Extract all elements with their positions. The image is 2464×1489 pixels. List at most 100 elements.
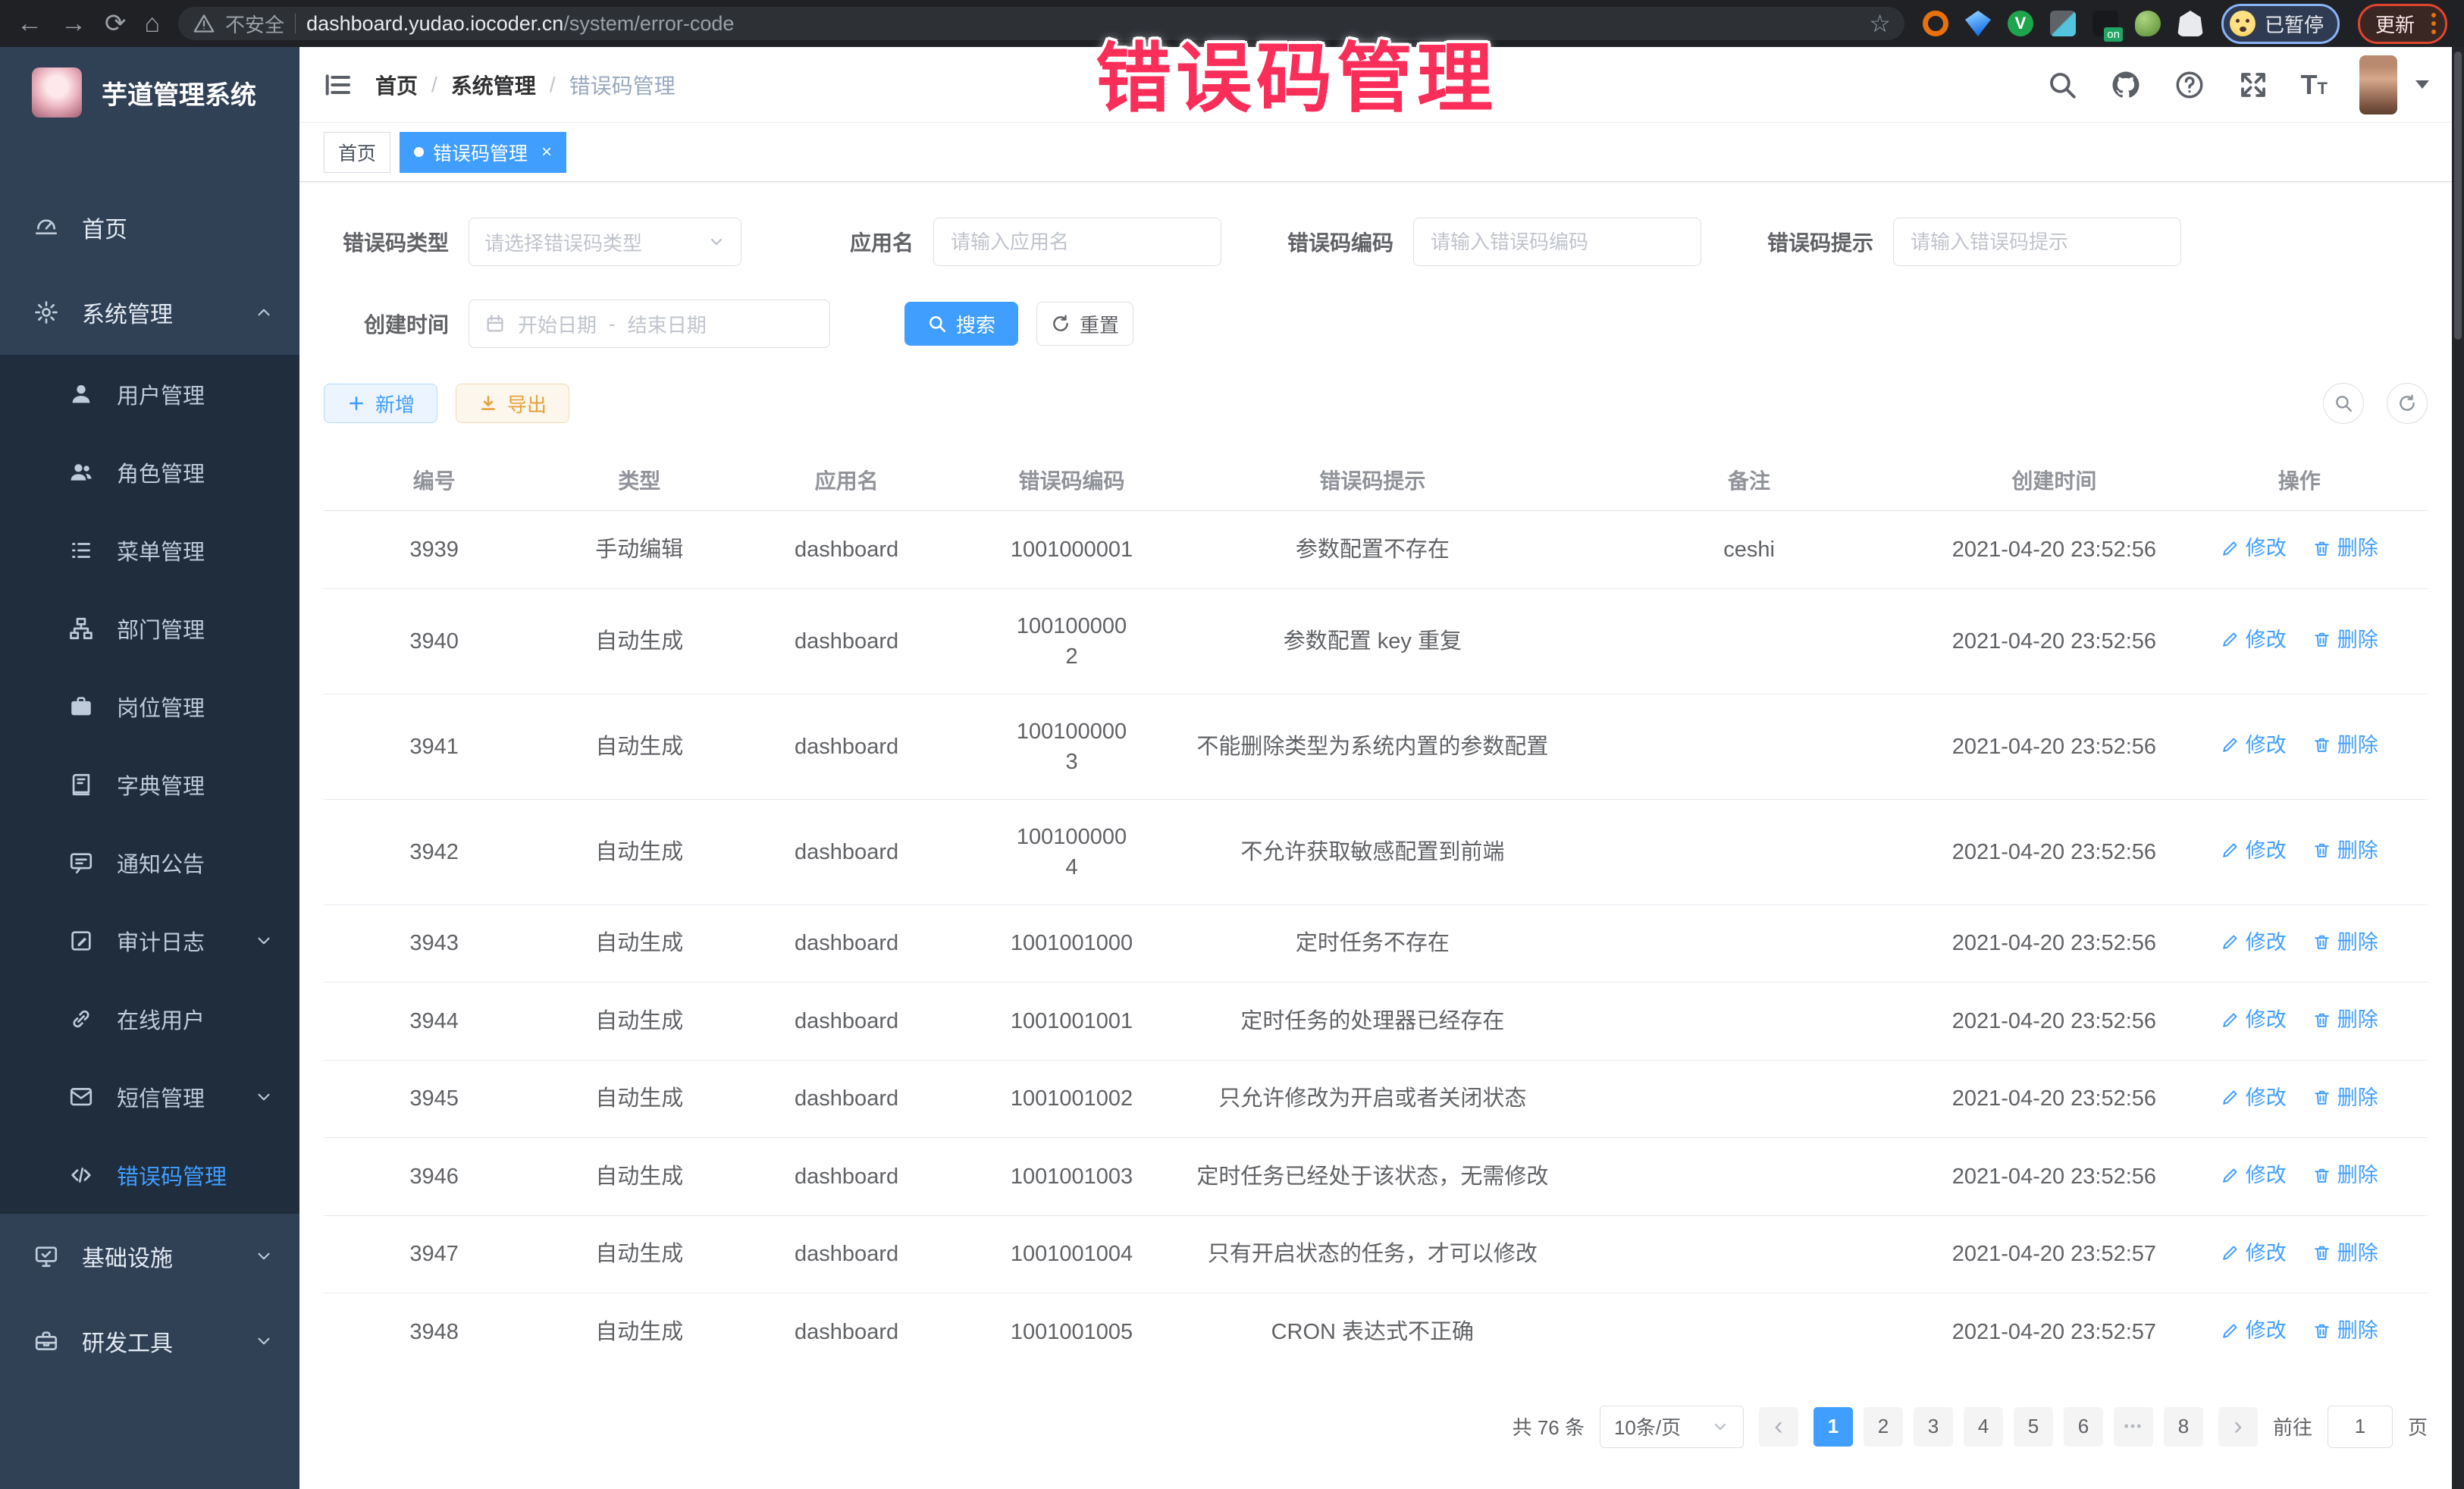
extension-icon[interactable] [1965,11,1991,36]
delete-button[interactable]: 删除 [2312,1160,2378,1190]
bookmark-star-icon[interactable]: ☆ [1869,9,1891,38]
search-button[interactable]: 搜索 [904,302,1018,346]
edit-button[interactable]: 修改 [2221,1083,2287,1113]
cell-created: 2021-04-20 23:52:56 [1937,588,2171,694]
sidebar-item-menu-management[interactable]: 菜单管理 [0,511,299,589]
sidebar-item-role-management[interactable]: 角色管理 [0,433,299,511]
avatar-caret-icon[interactable] [2415,80,2429,89]
cell-id: 3946 [324,1138,544,1216]
delete-button[interactable]: 删除 [2312,1315,2378,1346]
briefcase-icon [68,694,94,719]
browser-forward-button[interactable]: → [61,11,86,36]
delete-button[interactable]: 删除 [2312,625,2378,655]
page-button-8[interactable]: 8 [2164,1407,2203,1447]
help-icon[interactable] [2174,69,2205,101]
header-search-icon[interactable] [2046,69,2078,101]
page-button-6[interactable]: 6 [2064,1407,2103,1447]
add-button[interactable]: 新增 [324,384,437,423]
edit-button[interactable]: 修改 [2221,625,2287,655]
hamburger-icon[interactable] [322,70,353,100]
edit-button[interactable]: 修改 [2221,835,2287,866]
page-button-3[interactable]: 3 [1914,1407,1953,1447]
date-range-picker[interactable]: 开始日期 - 结束日期 [469,299,830,348]
sidebar-item-notice-announcement[interactable]: 通知公告 [0,823,299,901]
delete-button[interactable]: 删除 [2312,927,2378,958]
extension-icon[interactable] [2050,11,2076,36]
browser-refresh-button[interactable]: ⟳ [105,11,127,36]
browser-update-button[interactable]: 更新 [2358,4,2447,44]
error-type-select[interactable]: 请选择错误码类型 [469,218,741,266]
toggle-search-button[interactable] [2323,383,2364,424]
browser-menu-kebab-icon[interactable] [2431,13,2436,34]
edit-button[interactable]: 修改 [2221,730,2287,760]
cell-id: 3942 [324,799,544,904]
github-icon[interactable] [2110,69,2142,101]
sidebar-item-user-management[interactable]: 用户管理 [0,355,299,433]
trash-icon [2312,1011,2331,1030]
fullscreen-icon[interactable] [2237,69,2269,101]
export-button[interactable]: 导出 [456,384,569,423]
font-size-icon[interactable]: TT [2301,69,2328,101]
edit-button[interactable]: 修改 [2221,1315,2287,1346]
sidebar-item-home[interactable]: 首页 [0,185,299,270]
breadcrumb-system[interactable]: 系统管理 [451,70,536,100]
delete-button[interactable]: 删除 [2312,730,2378,760]
profile-paused-chip[interactable]: 已暂停 [2221,4,2340,44]
delete-button[interactable]: 删除 [2312,533,2378,563]
user-avatar[interactable] [2359,55,2397,114]
sidebar-item-infrastructure[interactable]: 基础设施 [0,1214,299,1299]
extension-icon[interactable]: V [2008,11,2033,36]
page-button-1[interactable]: 1 [1814,1407,1853,1447]
edit-button[interactable]: 修改 [2221,1005,2287,1035]
address-bar[interactable]: 不安全 dashboard.yudao.iocoder.cn/system/er… [178,7,1904,40]
page-button-4[interactable]: 4 [1964,1407,2003,1447]
delete-button[interactable]: 删除 [2312,1238,2378,1268]
security-label[interactable]: 不安全 [225,10,284,38]
sidebar-item-online-users[interactable]: 在线用户 [0,980,299,1058]
extension-icon[interactable] [2093,11,2118,36]
prev-page-button[interactable]: ‹ [1759,1407,1798,1447]
sidebar-item-post-management[interactable]: 岗位管理 [0,667,299,745]
page-size-select[interactable]: 10条/页 [1600,1406,1744,1448]
tab-error-code[interactable]: 错误码管理 × [400,132,566,173]
edit-button[interactable]: 修改 [2221,533,2287,563]
table-row: 3948自动生成dashboard1001001005CRON 表达式不正确20… [324,1293,2428,1371]
delete-button[interactable]: 删除 [2312,1005,2378,1035]
sidebar-item-dev-tools[interactable]: 研发工具 [0,1299,299,1384]
breadcrumb-home[interactable]: 首页 [375,70,418,100]
sidebar-item-dict-management[interactable]: 字典管理 [0,745,299,823]
edit-button[interactable]: 修改 [2221,1238,2287,1268]
edit-pencil-icon [2221,1321,2240,1340]
sidebar-item-error-code-management[interactable]: 错误码管理 [0,1136,299,1214]
sidebar-item-system-management[interactable]: 系统管理 [0,270,299,355]
tab-close-icon[interactable]: × [541,142,552,163]
refresh-table-button[interactable] [2387,383,2428,424]
next-page-button[interactable]: › [2218,1407,2258,1447]
filter-app-name: 应用名 [788,218,1221,266]
main-content: 错误码类型 请选择错误码类型 应用名 错误码编码 错误码提示 创建时间 开始日期… [299,183,2452,1489]
scrollbar-thumb[interactable] [2454,52,2462,340]
extension-icon[interactable] [2135,11,2161,36]
sidebar-item-sms-management[interactable]: 短信管理 [0,1058,299,1136]
delete-button[interactable]: 删除 [2312,1083,2378,1113]
goto-page-input[interactable] [2328,1406,2393,1448]
sidebar-logo-row[interactable]: 芋道管理系统 [0,47,299,138]
extension-icon[interactable] [2177,11,2203,36]
error-code-input[interactable] [1429,230,1685,255]
page-button-5[interactable]: 5 [2014,1407,2053,1447]
app-name-input[interactable] [949,230,1205,255]
pager-more-button[interactable]: ••• [2114,1407,2153,1447]
sidebar-item-audit-log[interactable]: 审计日志 [0,901,299,980]
browser-home-button[interactable]: ⌂ [145,11,161,36]
tab-home[interactable]: 首页 [324,132,390,173]
page-url[interactable]: dashboard.yudao.iocoder.cn/system/error-… [306,12,734,36]
edit-button[interactable]: 修改 [2221,1160,2287,1190]
extension-icon[interactable] [1923,11,1948,36]
delete-button[interactable]: 删除 [2312,835,2378,866]
error-hint-input[interactable] [1909,230,2165,255]
reset-button[interactable]: 重置 [1036,302,1133,346]
browser-back-button[interactable]: ← [17,11,42,36]
edit-button[interactable]: 修改 [2221,927,2287,958]
page-button-2[interactable]: 2 [1864,1407,1903,1447]
sidebar-item-dept-management[interactable]: 部门管理 [0,589,299,667]
